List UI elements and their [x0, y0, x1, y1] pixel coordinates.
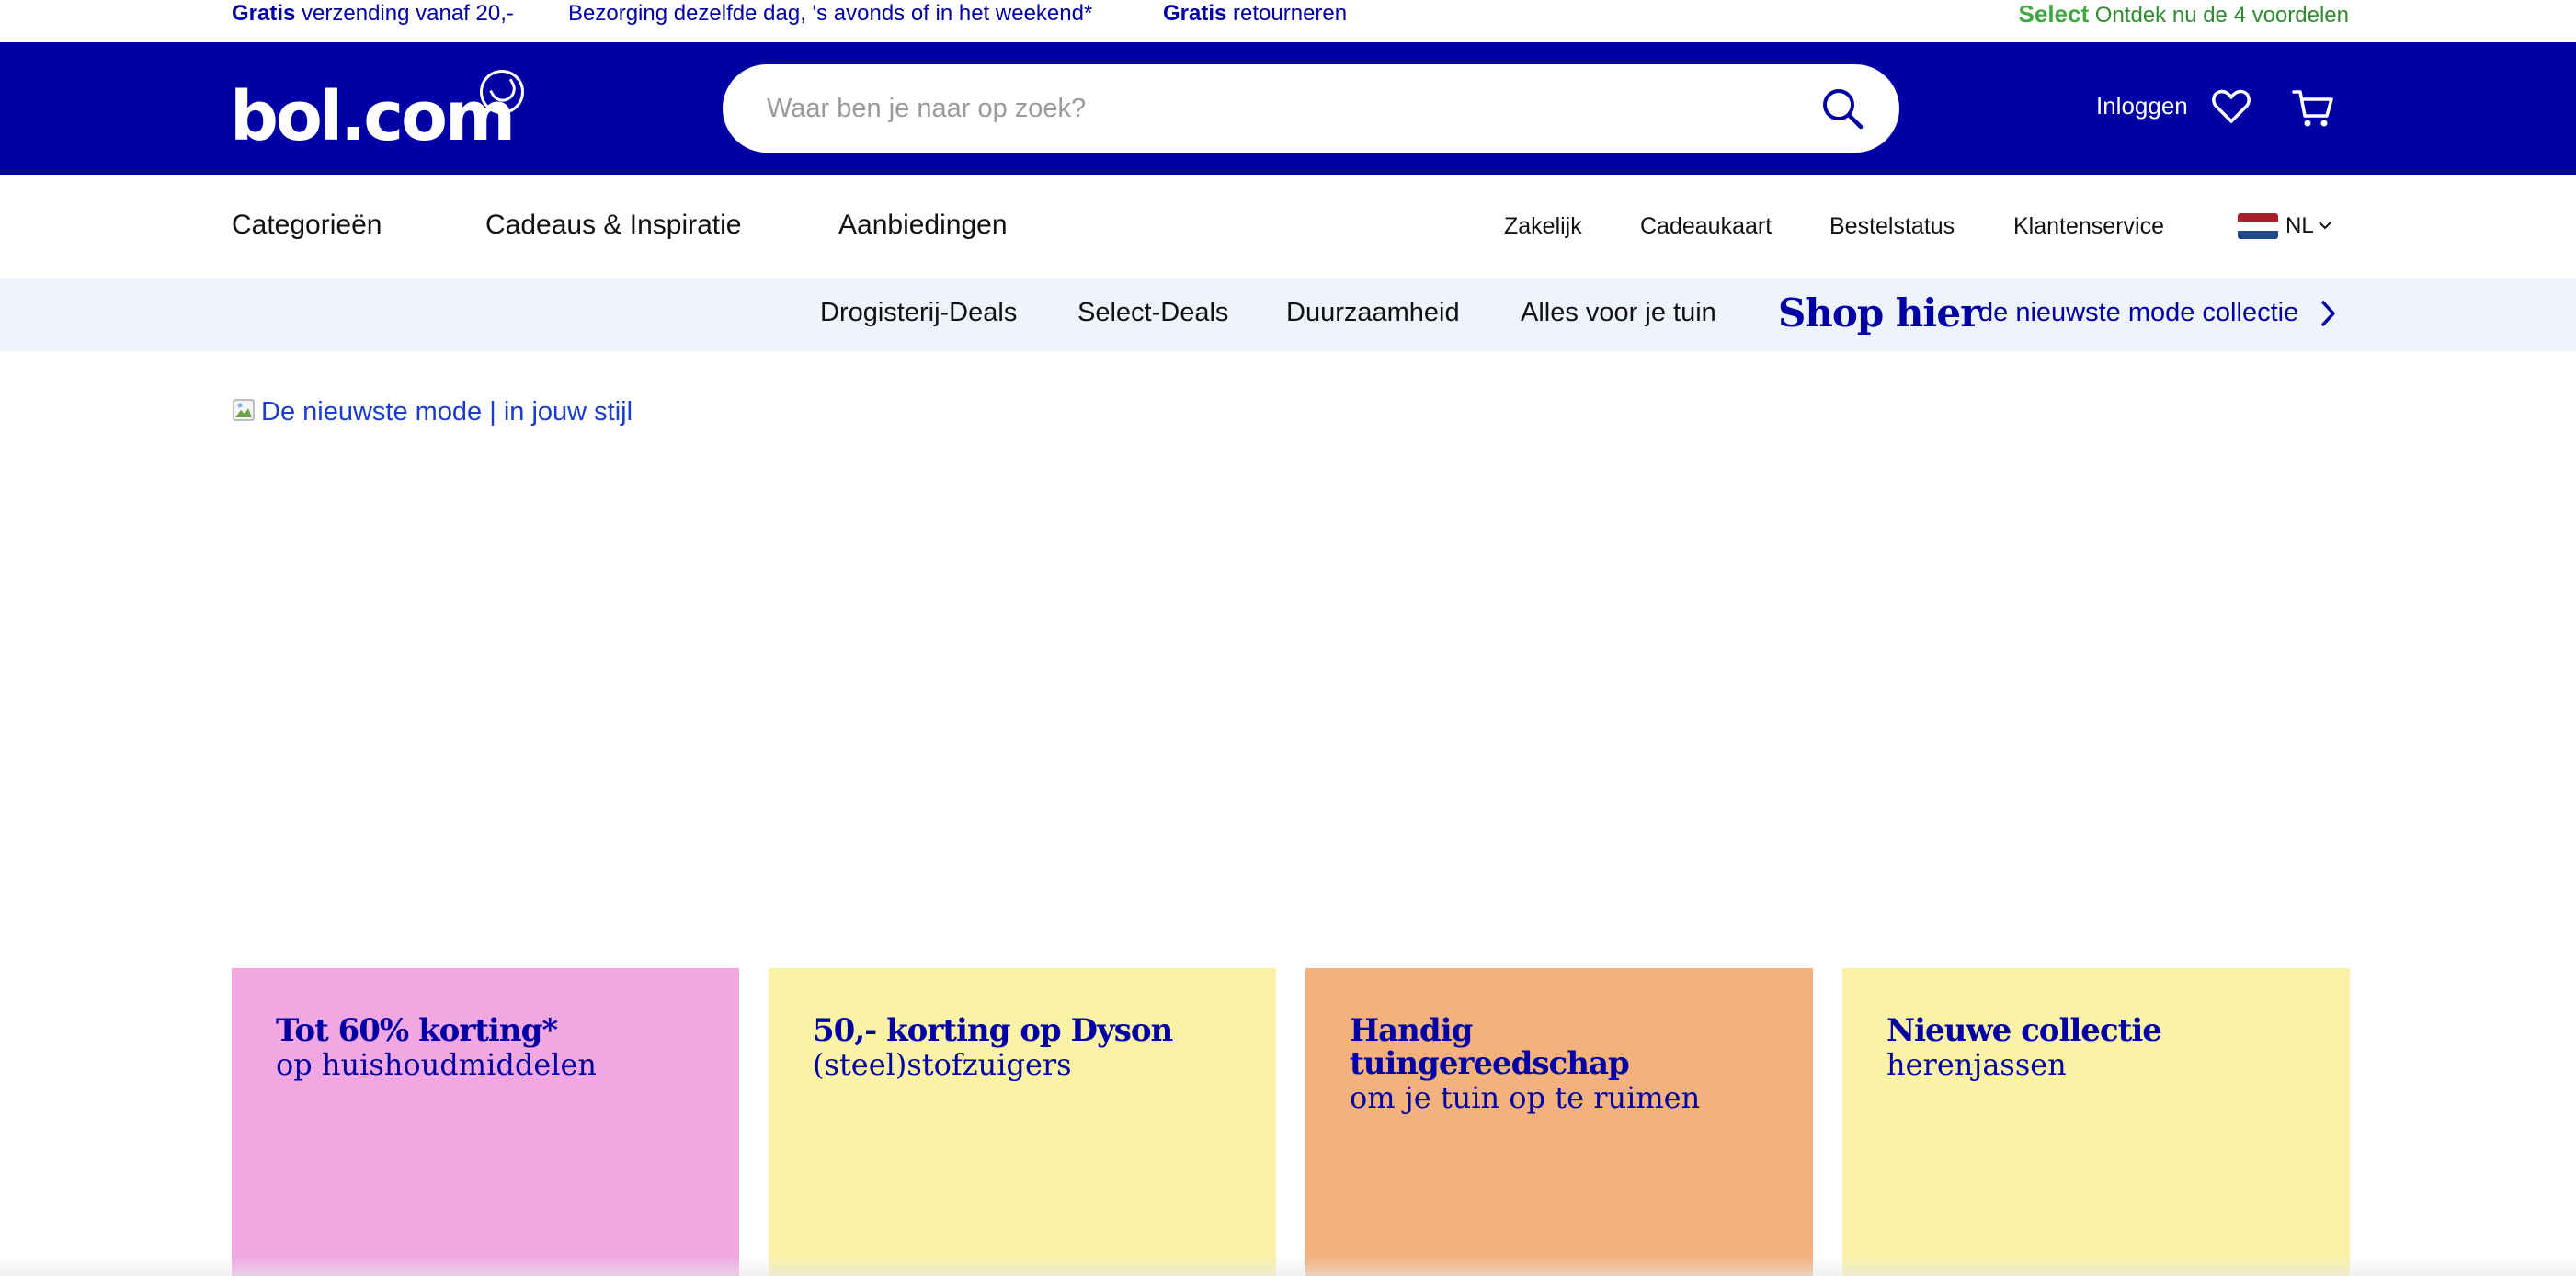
shop-fashion-link[interactable]: de nieuwste mode collectie [1978, 298, 2298, 328]
promo-card-mens-jackets[interactable]: Nieuwe collectie herenjassen [1842, 968, 2350, 1276]
deals-bar: Drogisterij-Deals Select-Deals Duurzaamh… [0, 278, 2576, 351]
logo-text: bol.com [230, 77, 516, 156]
hero-banner[interactable]: De nieuwste mode | in jouw stijl [232, 395, 2350, 938]
deal-drugstore[interactable]: Drogisterij-Deals [820, 298, 1017, 328]
nav-gifts-inspiration[interactable]: Cadeaus & Inspiratie [485, 210, 742, 241]
promo-card-dyson[interactable]: 50,- korting op Dyson (steel)stofzuigers [769, 968, 1276, 1276]
smile-icon [480, 70, 524, 114]
promo-card-subtitle: (steel)stofzuigers [813, 1047, 1072, 1082]
chevron-down-icon [2319, 222, 2331, 230]
chevron-right-icon[interactable] [2319, 298, 2339, 329]
search-bar [723, 64, 1899, 153]
nav-order-status[interactable]: Bestelstatus [1829, 213, 1955, 240]
broken-image-icon [233, 399, 255, 421]
deal-garden[interactable]: Alles voor je tuin [1521, 298, 1716, 328]
hero-banner-alt-text: De nieuwste mode | in jouw stijl [261, 397, 633, 427]
heart-icon[interactable] [2211, 86, 2251, 127]
usp-free-shipping-text: verzending vanaf 20,- [295, 1, 514, 26]
usp-free-returns-bold: Gratis [1163, 1, 1227, 26]
main-nav: Categorieën Cadeaus & Inspiratie Aanbied… [0, 175, 2576, 278]
usp-delivery[interactable]: Bezorging dezelfde dag, 's avonds of in … [568, 0, 1092, 28]
search-input[interactable] [767, 88, 1741, 129]
usp-free-returns[interactable]: Gratis retourneren [1163, 0, 1347, 28]
shop-hier-heading[interactable]: Shop hier [1778, 291, 1980, 336]
netherlands-flag-icon [2238, 213, 2278, 239]
promo-card-title: 50,- korting op Dyson [813, 1012, 1173, 1049]
usp-free-shipping-bold: Gratis [232, 1, 296, 26]
deal-select[interactable]: Select-Deals [1077, 298, 1228, 328]
promo-card-subtitle: op huishoudmiddelen [276, 1047, 598, 1082]
promo-card-title: Tot 60% korting* [276, 1012, 558, 1049]
login-link[interactable]: Inloggen [2096, 92, 2188, 120]
nav-customer-service[interactable]: Klantenservice [2013, 213, 2164, 240]
usp-free-returns-text: retourneren [1226, 1, 1348, 26]
promo-card-subtitle: om je tuin op te ruimen [1350, 1080, 1701, 1115]
site-header: bol.com Inloggen [0, 42, 2576, 175]
usp-bar: Gratis verzending vanaf 20,- Bezorging d… [0, 0, 2576, 42]
nav-offers[interactable]: Aanbiedingen [838, 210, 1008, 241]
usp-delivery-text: Bezorging dezelfde dag, 's avonds of in … [568, 1, 1093, 26]
promo-card-subtitle: herenjassen [1886, 1047, 2067, 1082]
promo-card-title: Nieuwe collectie [1886, 1012, 2162, 1049]
nav-categories[interactable]: Categorieën [232, 210, 382, 241]
search-icon[interactable] [1820, 86, 1864, 131]
usp-select[interactable]: Select Ontdek nu de 4 voordelen [2019, 0, 2349, 28]
cart-icon[interactable] [2291, 86, 2335, 131]
usp-free-shipping[interactable]: Gratis verzending vanaf 20,- [232, 0, 514, 28]
language-label: NL [2285, 213, 2314, 238]
nav-business[interactable]: Zakelijk [1504, 213, 1582, 240]
promo-card-garden-tools[interactable]: Handig tuingereedschap om je tuin op te … [1305, 968, 1813, 1276]
deal-sustainability[interactable]: Duurzaamheid [1286, 298, 1460, 328]
promo-card-title: Handig tuingereedschap [1350, 1012, 1630, 1082]
nav-gift-card[interactable]: Cadeaukaart [1640, 213, 1772, 240]
usp-select-text: Ontdek nu de 4 voordelen [2089, 3, 2349, 28]
logo[interactable]: bol.com [230, 70, 533, 156]
usp-select-bold: Select [2018, 0, 2090, 28]
promo-card-household[interactable]: Tot 60% korting* op huishoudmiddelen [232, 968, 739, 1276]
